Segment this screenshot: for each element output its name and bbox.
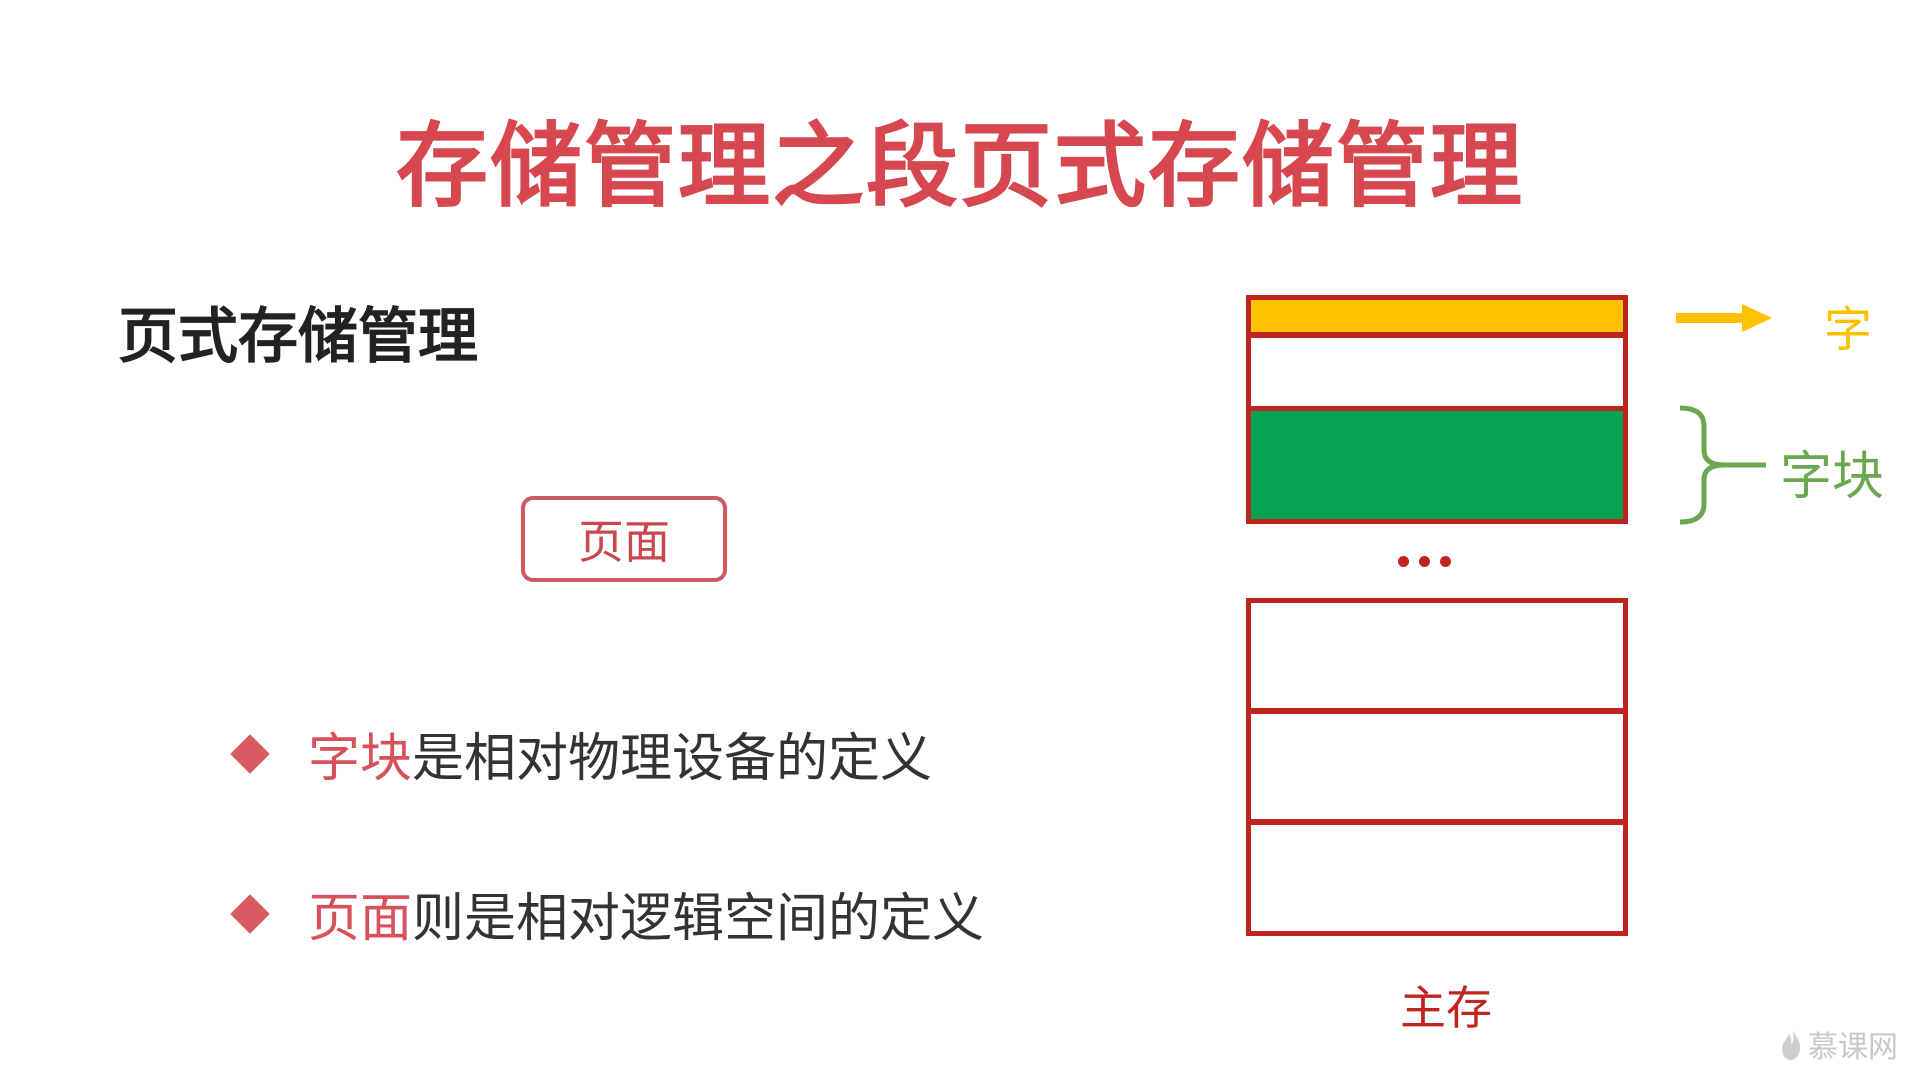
memory-row — [1246, 598, 1628, 713]
dot — [1398, 556, 1409, 567]
memory-word-row — [1246, 295, 1628, 337]
flame-logo-icon — [1782, 1028, 1801, 1060]
bullet-text: 是相对物理设备的定义 — [412, 729, 933, 789]
bullet-item-page: 页面 则是相对逻辑空间的定义 — [230, 876, 985, 951]
bullet-highlight: 字块 — [308, 729, 413, 789]
word-block-label: 字块 — [1780, 447, 1885, 507]
memory-block-row — [1246, 406, 1628, 524]
memory-row — [1246, 820, 1628, 936]
ellipsis-icon — [1398, 556, 1451, 567]
curly-brace-icon — [1679, 405, 1766, 525]
watermark: 慕课网 — [1780, 1022, 1898, 1066]
page-label-box: 页面 — [521, 496, 727, 582]
bullet-item-block: 字块 是相对物理设备的定义 — [230, 716, 933, 791]
section-heading: 页式存储管理 — [118, 302, 478, 372]
bullet-highlight: 页面 — [308, 889, 413, 949]
watermark-text: 慕课网 — [1808, 1030, 1898, 1065]
slide: 存储管理之段页式存储管理 页式存储管理 页面 字块 是相对物理设备的定义 页面 … — [0, 0, 1920, 1080]
memory-row — [1246, 333, 1628, 411]
diamond-bullet-icon — [230, 733, 270, 774]
memory-row — [1246, 709, 1628, 824]
bullet-text: 则是相对逻辑空间的定义 — [412, 889, 985, 949]
dot — [1419, 556, 1430, 567]
diamond-bullet-icon — [230, 893, 270, 934]
arrow-right-icon — [1676, 304, 1772, 332]
word-label: 字 — [1824, 302, 1873, 358]
slide-title: 存储管理之段页式存储管理 — [395, 113, 1524, 220]
dot — [1440, 556, 1451, 567]
main-memory-label: 主存 — [1400, 981, 1492, 1035]
